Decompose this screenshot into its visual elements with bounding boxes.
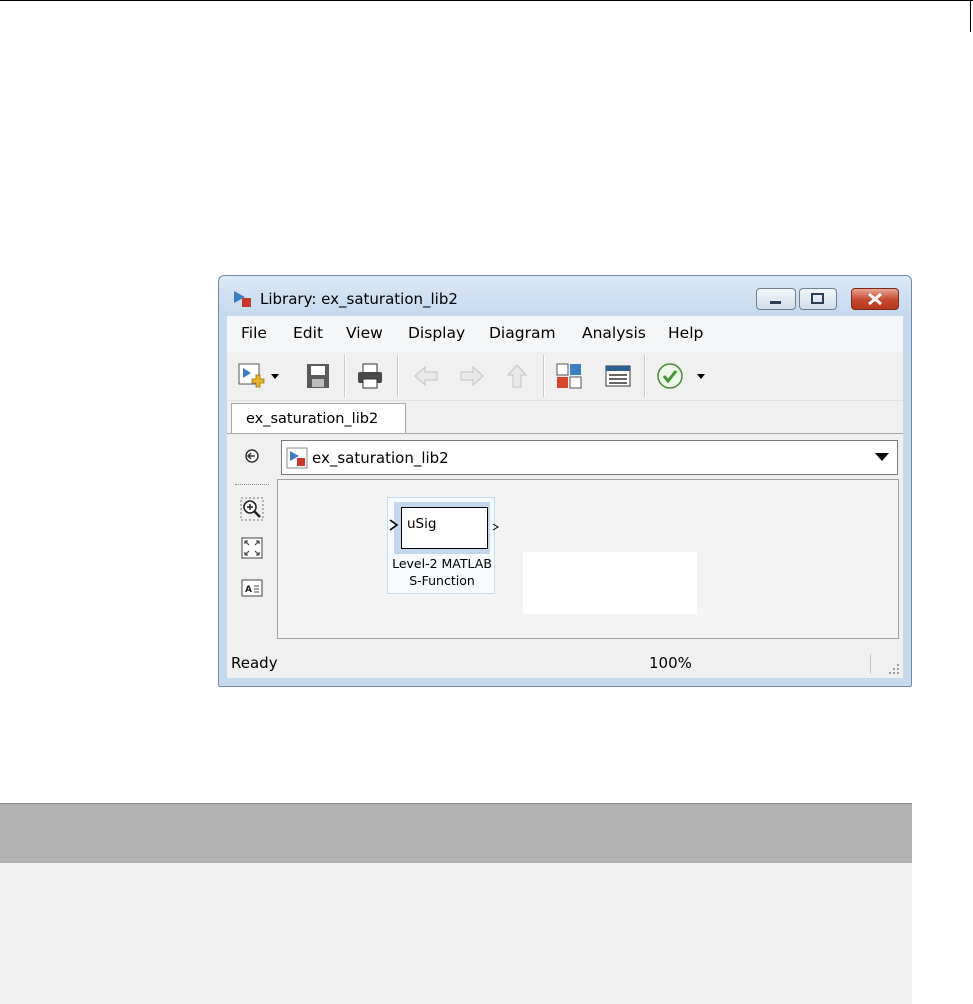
annotation-icon[interactable]: A <box>240 576 264 600</box>
menu-file[interactable]: File <box>241 324 267 342</box>
blank-region <box>523 552 697 614</box>
maximize-icon <box>811 293 824 304</box>
title-bar[interactable]: Library: ex_saturation_lib2 <box>219 276 911 316</box>
zoom-icon[interactable] <box>240 497 264 521</box>
library-browser-icon[interactable] <box>554 361 584 391</box>
close-button[interactable] <box>851 288 899 310</box>
save-icon[interactable] <box>303 361 333 391</box>
input-port-icon[interactable] <box>388 518 400 532</box>
side-palette: A <box>227 434 275 652</box>
window-client: File Edit View Display Diagram Analysis … <box>227 316 903 678</box>
library-window: Library: ex_saturation_lib2 File Edit Vi… <box>218 275 912 687</box>
status-text: Ready <box>231 654 278 672</box>
s-function-block[interactable]: uSig Level-2 MATLAB S-Function <box>387 497 499 594</box>
hide-browser-icon[interactable] <box>240 444 264 468</box>
forward-icon[interactable] <box>457 361 487 391</box>
maximize-button[interactable] <box>799 288 837 310</box>
back-icon[interactable] <box>411 361 441 391</box>
tab-ex-saturation-lib2[interactable]: ex_saturation_lib2 <box>231 403 406 433</box>
minimize-button[interactable] <box>756 288 796 310</box>
block-name-line2: S-Function <box>409 573 475 588</box>
tab-label: ex_saturation_lib2 <box>246 411 379 427</box>
block-name-label[interactable]: Level-2 MATLAB S-Function <box>388 555 496 589</box>
close-icon <box>868 292 882 306</box>
menu-view[interactable]: View <box>346 324 383 342</box>
block-body[interactable]: uSig <box>401 507 488 549</box>
address-path: ex_saturation_lib2 <box>312 449 449 467</box>
menu-bar: File Edit View Display Diagram Analysis … <box>227 316 903 352</box>
address-bar[interactable]: ex_saturation_lib2 <box>281 440 898 475</box>
up-icon[interactable] <box>502 361 532 391</box>
toolbar-separator <box>543 355 545 397</box>
fit-to-view-icon[interactable] <box>240 536 264 560</box>
menu-diagram[interactable]: Diagram <box>489 324 556 342</box>
input-port-label: uSig <box>407 516 437 532</box>
table-body-band <box>0 863 912 1004</box>
new-model-icon[interactable] <box>236 361 266 391</box>
page-corner-rule <box>970 0 971 32</box>
zoom-level: 100% <box>649 654 692 672</box>
menu-help[interactable]: Help <box>668 324 703 342</box>
table-header-band <box>0 803 912 864</box>
print-icon[interactable] <box>355 361 385 391</box>
chevron-down-icon[interactable] <box>696 373 706 381</box>
block-name-line1: Level-2 MATLAB <box>392 556 492 571</box>
palette-separator <box>235 484 269 485</box>
menu-analysis[interactable]: Analysis <box>582 324 646 342</box>
minimize-icon <box>770 301 781 304</box>
toolbar-separator <box>644 355 646 397</box>
status-separator <box>870 654 871 674</box>
simulink-library-icon <box>286 447 308 469</box>
model-explorer-icon[interactable] <box>603 361 633 391</box>
toolbar-separator <box>344 355 346 397</box>
tab-strip: ex_saturation_lib2 <box>227 401 903 434</box>
page-top-rule <box>0 0 973 17</box>
check-icon[interactable] <box>655 361 685 391</box>
menu-display[interactable]: Display <box>408 324 465 342</box>
menu-edit[interactable]: Edit <box>293 324 323 342</box>
toolbar-separator <box>397 355 399 397</box>
model-canvas[interactable]: uSig Level-2 MATLAB S-Function <box>277 479 899 639</box>
window-title: Library: ex_saturation_lib2 <box>260 290 458 308</box>
output-port-icon[interactable] <box>492 523 500 531</box>
chevron-down-icon[interactable] <box>270 373 280 381</box>
simulink-library-icon <box>234 291 251 307</box>
status-bar: Ready 100% <box>227 650 903 678</box>
svg-text:A: A <box>245 585 252 595</box>
resize-grip-icon[interactable] <box>886 661 900 675</box>
dropdown-arrow-icon[interactable] <box>875 453 889 461</box>
toolbar <box>227 352 903 401</box>
